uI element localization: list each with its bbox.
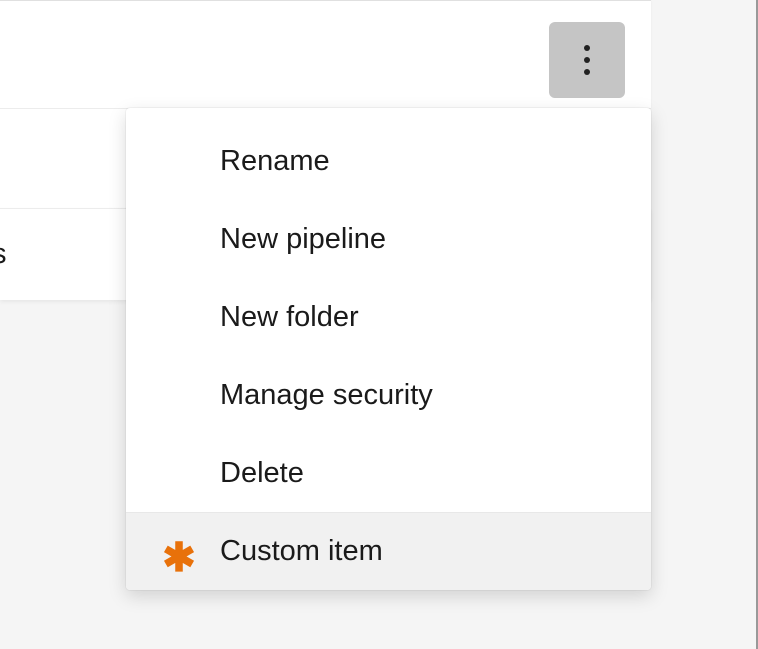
menu-item-label: Manage security: [220, 379, 433, 412]
menu-item-new-folder[interactable]: New folder: [126, 278, 651, 356]
menu-item-label: New pipeline: [220, 223, 386, 256]
menu-item-label: New folder: [220, 301, 359, 334]
row-label-partial: s: [0, 238, 7, 271]
menu-item-label: Custom item: [220, 535, 383, 568]
vertical-dots-icon: [584, 45, 590, 75]
menu-item-rename[interactable]: Rename: [126, 122, 651, 200]
menu-item-label: Rename: [220, 145, 330, 178]
menu-item-delete[interactable]: Delete: [126, 434, 651, 512]
context-menu: Rename New pipeline New folder Manage se…: [126, 108, 651, 590]
menu-item-new-pipeline[interactable]: New pipeline: [126, 200, 651, 278]
asterisk-icon: ✱: [162, 535, 196, 569]
more-options-button[interactable]: [549, 22, 625, 98]
menu-item-manage-security[interactable]: Manage security: [126, 356, 651, 434]
menu-item-custom[interactable]: ✱ Custom item: [126, 512, 651, 590]
menu-item-label: Delete: [220, 457, 304, 490]
